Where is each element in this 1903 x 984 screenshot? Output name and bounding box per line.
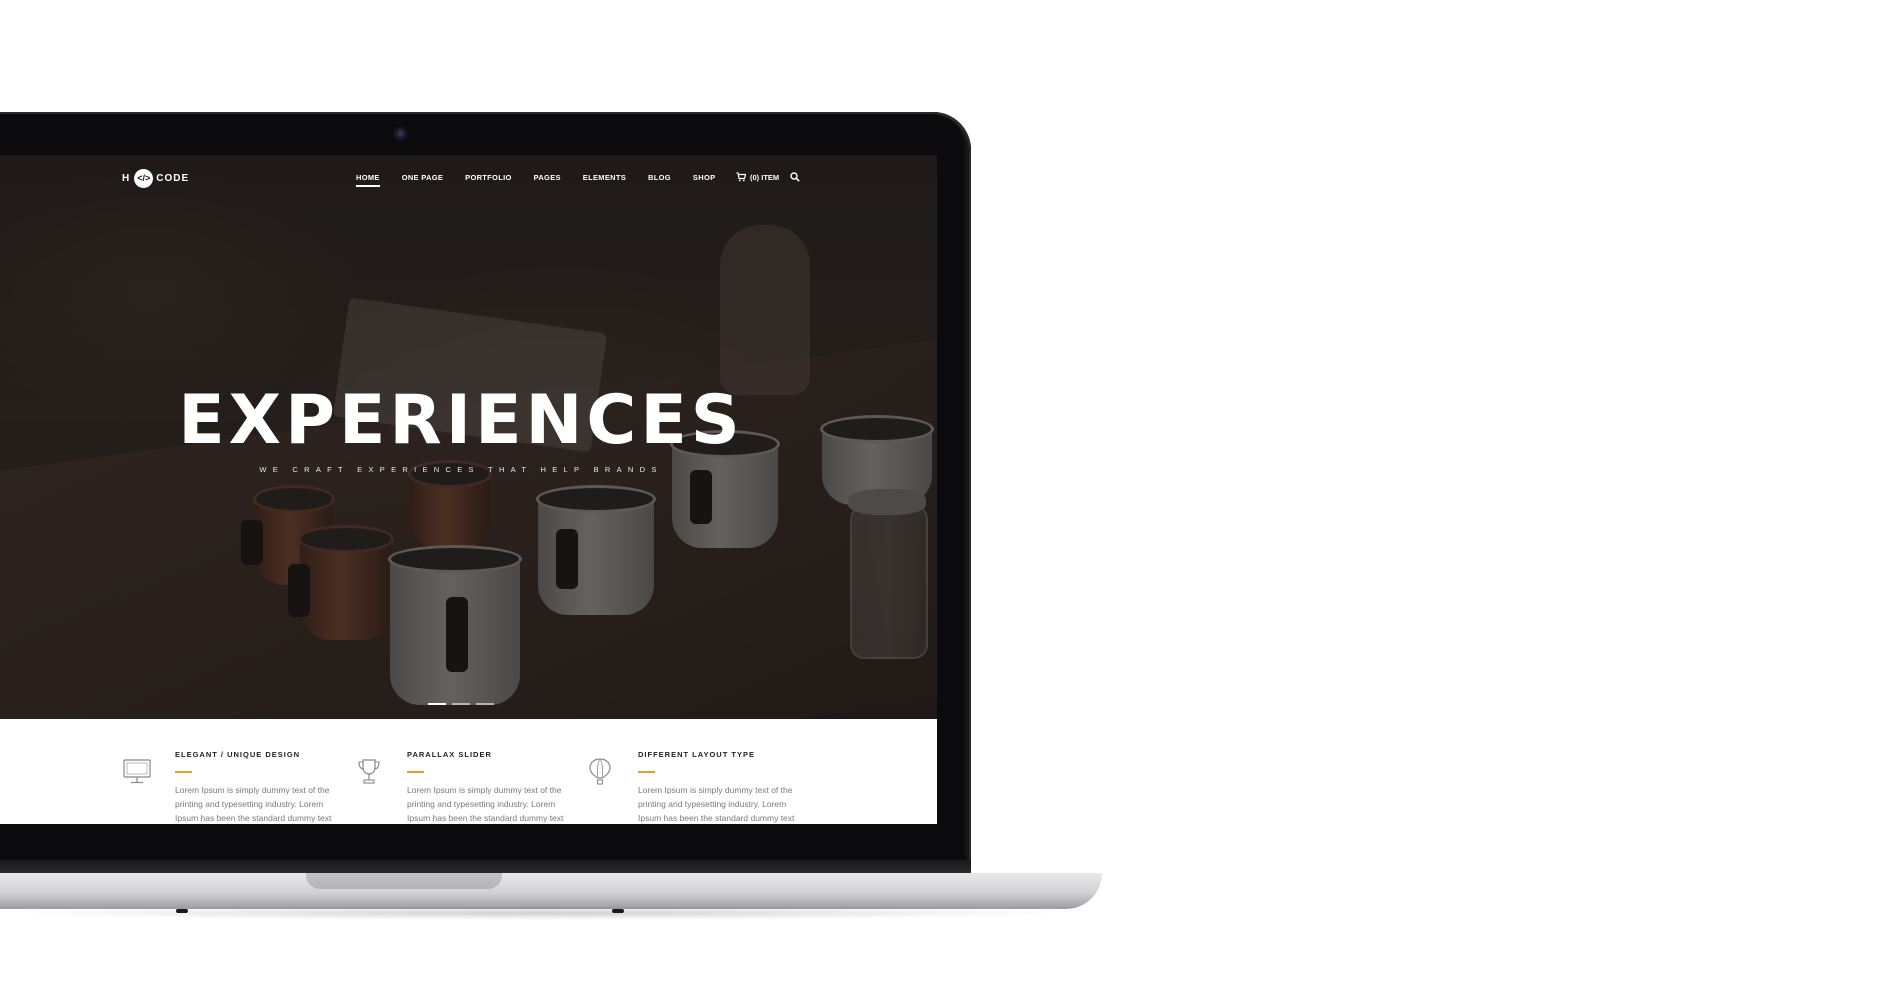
balloon-icon bbox=[589, 758, 611, 785]
search-icon[interactable] bbox=[790, 172, 800, 182]
nav-portfolio[interactable]: PORTFOLIO bbox=[465, 173, 511, 182]
slider-dot-3[interactable] bbox=[476, 703, 494, 705]
feature-text: Lorem Ipsum is simply dummy text of the … bbox=[175, 785, 332, 823]
hero-subtitle: WE CRAFT EXPERIENCES THAT HELP BRANDS bbox=[259, 465, 663, 474]
feature-accent-line bbox=[638, 771, 655, 773]
feature-text: Lorem Ipsum is simply dummy text of the … bbox=[638, 785, 795, 823]
slider-dot-1[interactable] bbox=[428, 703, 446, 705]
site-logo[interactable]: H </> CODE bbox=[122, 168, 189, 188]
slider-pagination bbox=[428, 703, 494, 705]
nav-pages[interactable]: PAGES bbox=[534, 173, 561, 182]
feature-title: PARALLAX SLIDER bbox=[407, 750, 492, 759]
hero-slider: H </> CODE HOME ONE PAGE PORTFOLIO PAGES… bbox=[0, 155, 937, 719]
logo-word: CODE bbox=[156, 172, 190, 184]
slider-dot-2[interactable] bbox=[452, 703, 470, 705]
laptop-hinge bbox=[0, 860, 971, 874]
screen-bezel-bottom bbox=[0, 824, 937, 860]
logo-letter: H bbox=[122, 172, 131, 184]
monitor-icon bbox=[123, 759, 151, 784]
feature-accent-line bbox=[175, 771, 192, 773]
laptop-shadow bbox=[0, 906, 1080, 920]
laptop-base-notch bbox=[306, 873, 502, 889]
feature-title: ELEGANT / UNIQUE DESIGN bbox=[175, 750, 301, 759]
cart-link[interactable]: (0) ITEM bbox=[736, 172, 779, 182]
nav-elements[interactable]: ELEMENTS bbox=[583, 173, 626, 182]
trophy-icon bbox=[358, 759, 380, 784]
laptop-screen: H </> CODE HOME ONE PAGE PORTFOLIO PAGES… bbox=[0, 155, 937, 824]
webcam-lens bbox=[398, 131, 403, 136]
laptop-foot bbox=[612, 909, 624, 913]
cart-count: (0) ITEM bbox=[750, 172, 780, 182]
nav-home[interactable]: HOME bbox=[356, 173, 380, 187]
nav-blog[interactable]: BLOG bbox=[648, 173, 671, 182]
feature-title: DIFFERENT LAYOUT TYPE bbox=[638, 750, 755, 759]
features-section: ELEGANT / UNIQUE DESIGN Lorem Ipsum is s… bbox=[0, 719, 937, 824]
laptop-base bbox=[0, 873, 1102, 909]
feature-accent-line bbox=[407, 771, 424, 773]
laptop-foot bbox=[176, 909, 188, 913]
code-icon: </> bbox=[134, 168, 154, 188]
hero-title: EXPERIENCES bbox=[178, 381, 744, 460]
cart-icon bbox=[736, 172, 746, 182]
feature-text: Lorem Ipsum is simply dummy text of the … bbox=[407, 785, 564, 823]
main-nav: HOME ONE PAGE PORTFOLIO PAGES ELEMENTS B… bbox=[356, 173, 737, 187]
nav-one-page[interactable]: ONE PAGE bbox=[402, 173, 443, 182]
nav-shop[interactable]: SHOP bbox=[693, 173, 715, 182]
